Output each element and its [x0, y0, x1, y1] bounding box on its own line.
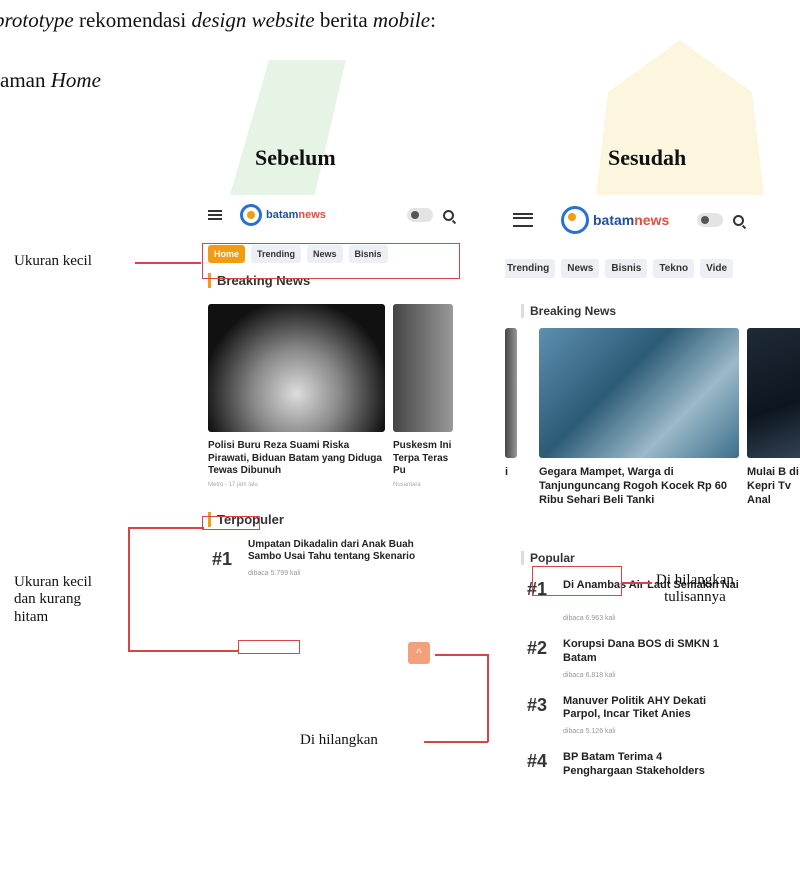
news-card[interactable]: Puskesm Ini Terpa Teras Pu Nusantara	[393, 304, 453, 488]
connector-line	[622, 582, 652, 584]
dark-mode-toggle[interactable]	[407, 208, 433, 222]
header-bar: batamnews	[200, 195, 462, 235]
scroll-top-button[interactable]: ^	[408, 642, 430, 664]
tab-tekno[interactable]: Tekno	[653, 259, 695, 278]
tab-news[interactable]: News	[561, 259, 600, 278]
logo[interactable]: batamnews	[240, 204, 326, 226]
search-icon[interactable]	[443, 209, 454, 221]
popular-item-title: Umpatan Dikadalin dari Anak Buah Sambo U…	[248, 538, 416, 563]
news-title: Mulai B di Kepri Tv Anal	[747, 466, 799, 506]
news-card[interactable]: Polisi Buru Reza Suami Riska Pirawati, B…	[208, 304, 385, 488]
connector-line	[128, 527, 130, 651]
popular-rank: #3	[527, 694, 548, 715]
connector-line	[435, 654, 487, 656]
connector-line	[135, 262, 201, 264]
connector-line	[128, 650, 238, 652]
heading-after: Sesudah	[608, 145, 687, 170]
popular-item-title: Korupsi Dana BOS di SMKN 1 Batam	[563, 638, 719, 664]
news-image	[747, 328, 800, 458]
popular-rank: #1	[212, 548, 233, 569]
popular-item[interactable]: #2 Korupsi Dana BOS di SMKN 1 Batam diba…	[505, 630, 800, 687]
heading-before: Sebelum	[255, 145, 336, 170]
popular-item[interactable]: #3 Manuver Politik AHY Dekati Parpol, In…	[505, 687, 800, 744]
annotation-small-not-black: Ukuran kecil dan kurang hitam	[14, 574, 92, 625]
popular-item-meta: dibaca 6.818 kali	[563, 671, 616, 679]
annotation-removed-text: Di hilangkan tulisannya	[656, 572, 734, 606]
news-image	[393, 304, 453, 432]
popular-item-title: Manuver Politik AHY Dekati Parpol, Incar…	[563, 694, 707, 721]
news-image	[505, 328, 517, 458]
news-card-partial[interactable]: i	[505, 328, 517, 507]
header-bar: batamnews	[505, 195, 800, 245]
news-meta: Nusantara	[393, 481, 421, 488]
connector-line	[128, 527, 204, 529]
news-title: Polisi Buru Reza Suami Riska Pirawati, B…	[208, 440, 382, 476]
popular-item-meta: dibaca 5.126 kali	[563, 728, 616, 735]
annotation-small-size: Ukuran kecil	[14, 253, 92, 269]
popular-item-meta: dibaca 5.799 kali	[248, 569, 301, 577]
breaking-news-list: Polisi Buru Reza Suami Riska Pirawati, B…	[200, 300, 462, 492]
connector-line	[487, 654, 489, 742]
phone-after: batamnews Trending News Bisnis Tekno Vid…	[505, 195, 800, 891]
tab-video[interactable]: Vide	[700, 259, 734, 278]
popular-item[interactable]: #4 BP Batam Terima 4 Penghargaan Stakeho…	[505, 743, 800, 787]
popular-rank: #4	[527, 751, 548, 771]
intro-line: prototype rekomendasi design website ber…	[0, 8, 436, 32]
logo-icon	[240, 204, 262, 226]
category-tabs: Trending News Bisnis Tekno Vide	[505, 255, 800, 282]
popular-item-title: BP Batam Terima 4 Penghargaan Stakeholde…	[563, 751, 705, 777]
subsection-line: aman Home	[0, 68, 101, 92]
highlight-meta-before	[202, 516, 260, 530]
news-image	[208, 304, 385, 432]
news-title: Puskesm Ini Terpa Teras Pu	[393, 440, 452, 476]
highlight-popular-meta-before	[238, 640, 300, 654]
news-title: Gegara Mampet, Warga di Tanjunguncang Ro…	[539, 466, 728, 506]
logo[interactable]: batamnews	[561, 206, 669, 234]
news-title: i	[505, 466, 509, 478]
breaking-news-list: i Gegara Mampet, Warga di Tanjunguncang …	[505, 324, 800, 511]
dark-mode-toggle[interactable]	[697, 213, 724, 227]
menu-icon[interactable]	[208, 210, 222, 220]
popular-item[interactable]: #1 Umpatan Dikadalin dari Anak Buah Samb…	[200, 533, 462, 583]
popular-rank: #2	[527, 638, 548, 658]
breaking-news-title: Breaking News	[521, 304, 784, 318]
menu-icon[interactable]	[513, 213, 533, 227]
search-icon[interactable]	[733, 214, 745, 226]
popular-title: Popular	[521, 551, 784, 566]
news-meta: Metro - 17 jam lalu	[208, 481, 258, 488]
news-card[interactable]: Gegara Mampet, Warga di Tanjunguncang Ro…	[539, 328, 739, 507]
news-card[interactable]: Mulai B di Kepri Tv Anal	[747, 328, 800, 507]
news-image	[539, 328, 739, 458]
highlight-meta-after	[532, 566, 622, 596]
connector-line	[424, 741, 488, 743]
popular-item-meta: dibaca 6.963 kali	[563, 615, 616, 622]
tab-trending[interactable]: Trending	[505, 259, 556, 278]
tab-bisnis[interactable]: Bisnis	[605, 259, 648, 278]
highlight-tabs-before	[202, 243, 460, 279]
annotation-removed: Di hilangkan	[300, 732, 378, 748]
logo-icon	[561, 206, 589, 234]
